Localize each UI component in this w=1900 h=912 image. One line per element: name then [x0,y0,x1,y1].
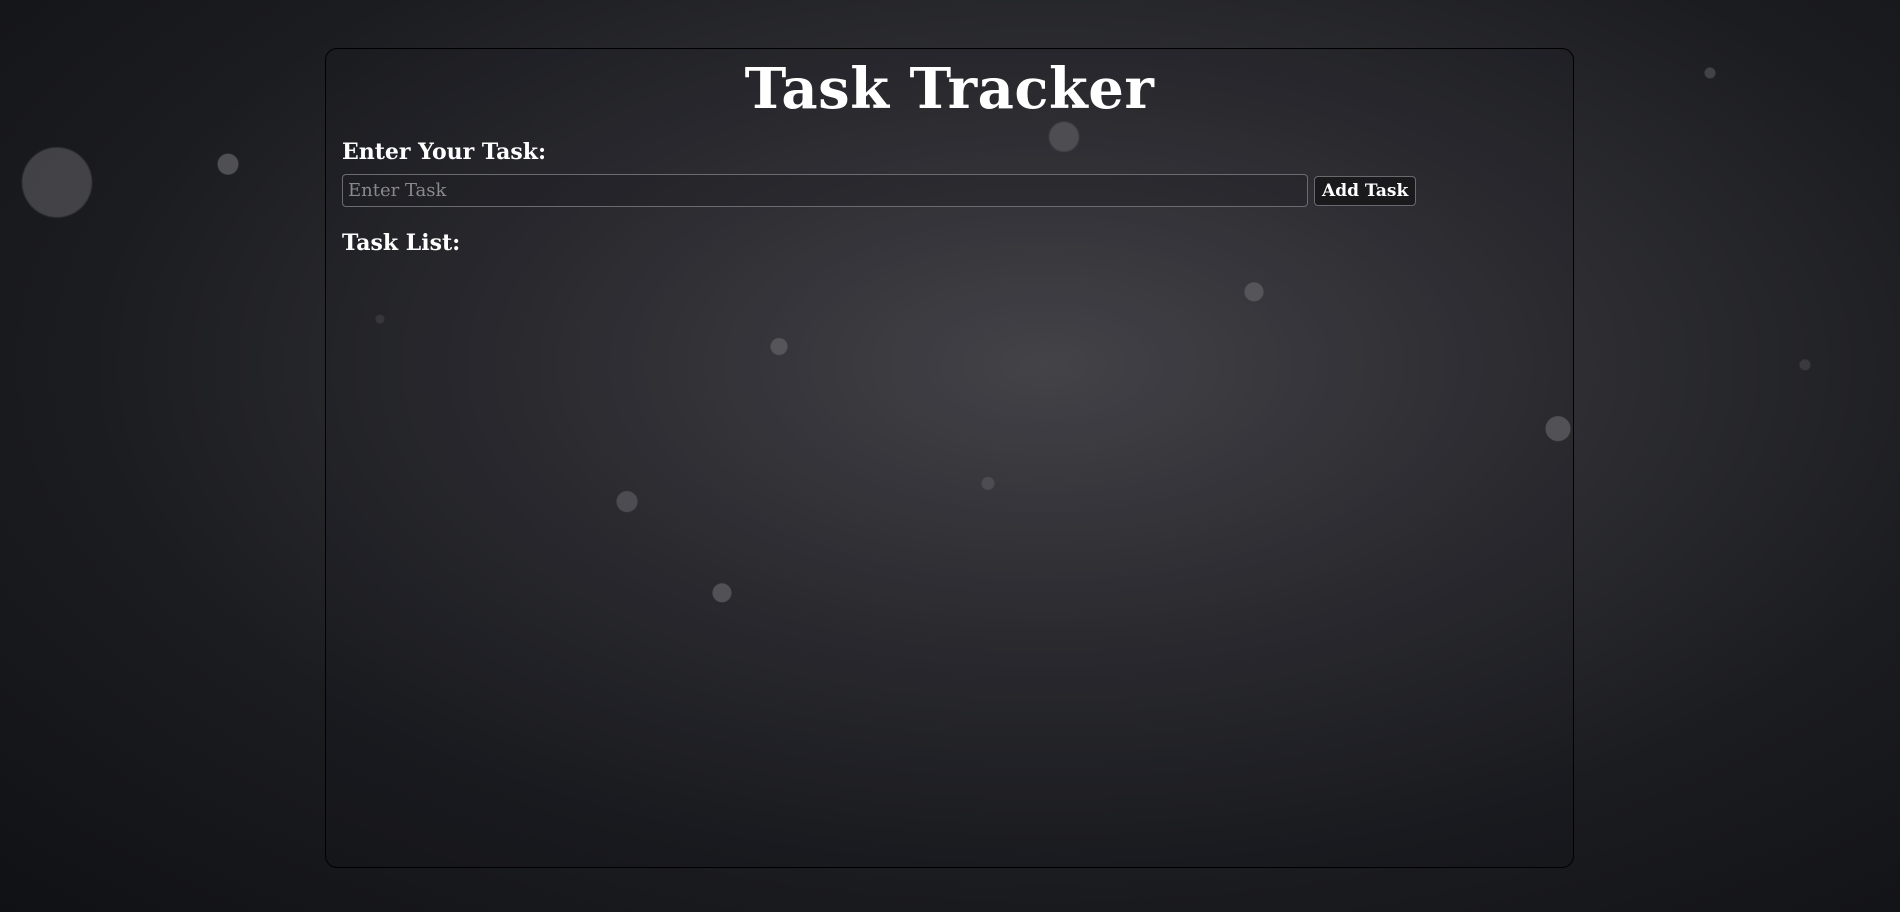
add-task-button[interactable]: Add Task [1314,175,1417,206]
task-input-row: Add Task [342,174,1417,207]
task-input[interactable] [342,174,1308,207]
task-tracker-panel: Task Tracker Enter Your Task: Add Task T… [325,48,1574,868]
enter-task-label: Enter Your Task: [342,139,547,165]
task-list-label: Task List: [342,230,461,256]
page-title: Task Tracker [744,56,1155,122]
task-list [342,269,1552,849]
